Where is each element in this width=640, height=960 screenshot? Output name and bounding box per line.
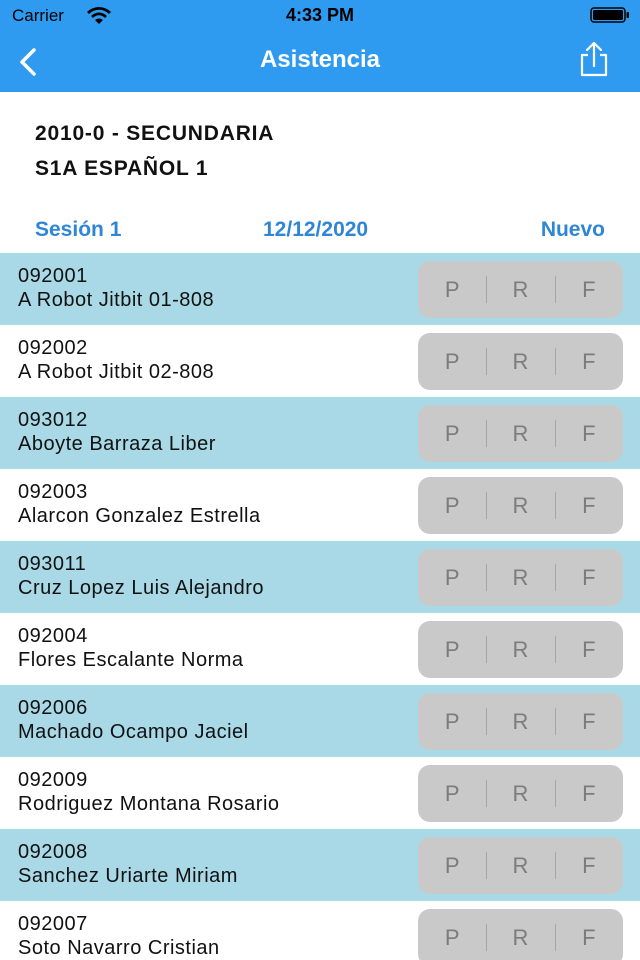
attendance-segmented-control: PRF	[418, 621, 623, 678]
attendance-option-p[interactable]: P	[418, 909, 486, 960]
student-row: 092001 A Robot Jitbit 01-808 P R F	[0, 253, 640, 325]
attendance-segmented-control: PRF	[418, 837, 623, 894]
student-code: 092004	[18, 625, 88, 647]
student-name: Alarcon Gonzalez Estrella	[18, 505, 261, 527]
student-name: Cruz Lopez Luis Alejandro	[18, 577, 264, 599]
student-row: 092002 A Robot Jitbit 02-808 P R F	[0, 325, 640, 397]
course-name: S1A ESPAÑOL 1	[35, 157, 209, 180]
attendance-option-f[interactable]: F	[554, 765, 623, 822]
status-bar: Carrier 4:33 PM	[0, 0, 640, 30]
new-session-button[interactable]: Nuevo	[541, 218, 605, 242]
student-code: 092002	[18, 337, 88, 359]
student-row: 093012 Aboyte Barraza Liber P R F	[0, 397, 640, 469]
attendance-option-p[interactable]: P	[418, 333, 486, 390]
student-name: Aboyte Barraza Liber	[18, 433, 216, 455]
attendance-option-r[interactable]: R	[486, 333, 554, 390]
attendance-segmented-control: PRF	[418, 477, 623, 534]
attendance-option-p[interactable]: P	[418, 477, 486, 534]
student-row: 092008 Sanchez Uriarte Miriam P R F	[0, 829, 640, 901]
student-row: 092004 Flores Escalante Norma P R F	[0, 613, 640, 685]
student-code: 092006	[18, 697, 88, 719]
student-row: 092006 Machado Ocampo Jaciel P R F	[0, 685, 640, 757]
student-row: 092003 Alarcon Gonzalez Estrella P R F	[0, 469, 640, 541]
student-name: Flores Escalante Norma	[18, 649, 244, 671]
student-code: 092008	[18, 841, 88, 863]
attendance-segmented-control: PRF	[418, 261, 623, 318]
student-name: Soto Navarro Cristian	[18, 937, 220, 959]
attendance-option-f[interactable]: F	[554, 405, 623, 462]
student-code: 092001	[18, 265, 88, 287]
student-name: A Robot Jitbit 01-808	[18, 289, 215, 311]
attendance-option-r[interactable]: R	[486, 405, 554, 462]
attendance-option-r[interactable]: R	[486, 693, 554, 750]
session-selector[interactable]: Sesión 1	[35, 218, 121, 242]
attendance-option-f[interactable]: F	[554, 477, 623, 534]
student-code: 092007	[18, 913, 88, 935]
attendance-segmented-control: PRF	[418, 549, 623, 606]
student-code: 092003	[18, 481, 88, 503]
attendance-segmented-control: PRF	[418, 909, 623, 960]
attendance-segmented-control: PRF	[418, 333, 623, 390]
attendance-option-f[interactable]: F	[554, 909, 623, 960]
battery-icon	[590, 7, 629, 23]
attendance-segmented-control: PRF	[418, 405, 623, 462]
attendance-option-r[interactable]: R	[486, 477, 554, 534]
attendance-option-r[interactable]: R	[486, 261, 554, 318]
attendance-segmented-control: PRF	[418, 693, 623, 750]
attendance-option-f[interactable]: F	[554, 693, 623, 750]
attendance-segmented-control: PRF	[418, 765, 623, 822]
attendance-option-p[interactable]: P	[418, 405, 486, 462]
attendance-option-r[interactable]: R	[486, 837, 554, 894]
attendance-option-f[interactable]: F	[554, 261, 623, 318]
navigation-bar: Carrier 4:33 PM Asistencia	[0, 0, 640, 92]
student-code: 093012	[18, 409, 88, 431]
student-list: 092001 A Robot Jitbit 01-808 P R F 092002 A Ro…	[0, 253, 640, 960]
attendance-option-p[interactable]: P	[418, 261, 486, 318]
course-period: 2010-0 - SECUNDARIA	[35, 122, 275, 145]
student-row: 092009 Rodriguez Montana Rosario P R F	[0, 757, 640, 829]
share-icon[interactable]	[574, 40, 614, 80]
attendance-option-f[interactable]: F	[554, 549, 623, 606]
student-code: 092009	[18, 769, 88, 791]
attendance-option-r[interactable]: R	[486, 549, 554, 606]
attendance-option-r[interactable]: R	[486, 621, 554, 678]
attendance-option-f[interactable]: F	[554, 333, 623, 390]
session-date[interactable]: 12/12/2020	[263, 218, 368, 242]
attendance-option-p[interactable]: P	[418, 621, 486, 678]
attendance-option-f[interactable]: F	[554, 621, 623, 678]
attendance-option-f[interactable]: F	[554, 837, 623, 894]
status-time: 4:33 PM	[285, 5, 355, 25]
attendance-option-p[interactable]: P	[418, 549, 486, 606]
session-bar: Sesión 1 12/12/2020 Nuevo	[0, 218, 640, 248]
student-name: Machado Ocampo Jaciel	[18, 721, 249, 743]
attendance-option-r[interactable]: R	[486, 765, 554, 822]
student-name: A Robot Jitbit 02-808	[18, 361, 215, 383]
page-title: Asistencia	[259, 46, 381, 73]
student-row: 092007 Soto Navarro Cristian P R F	[0, 901, 640, 960]
student-name: Rodriguez Montana Rosario	[18, 793, 280, 815]
student-row: 093011 Cruz Lopez Luis Alejandro P R F	[0, 541, 640, 613]
course-header: 2010-0 - SECUNDARIA S1A ESPAÑOL 1	[35, 122, 274, 192]
attendance-option-p[interactable]: P	[418, 837, 486, 894]
attendance-option-r[interactable]: R	[486, 909, 554, 960]
student-code: 093011	[18, 553, 87, 575]
student-name: Sanchez Uriarte Miriam	[18, 865, 238, 887]
attendance-option-p[interactable]: P	[418, 693, 486, 750]
attendance-option-p[interactable]: P	[418, 765, 486, 822]
